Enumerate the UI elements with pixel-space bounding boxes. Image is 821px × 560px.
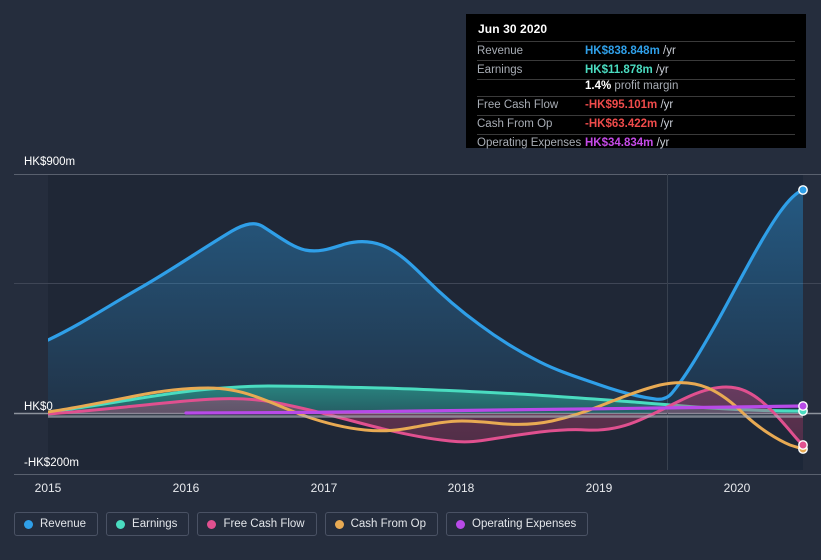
x-axis-label-2018: 2018 — [448, 481, 475, 495]
x-axis-label-2016: 2016 — [173, 481, 200, 495]
legend-item-free-cash-flow[interactable]: Free Cash Flow — [197, 512, 317, 536]
tooltip-label-operating-expenses: Operating Expenses — [477, 137, 582, 149]
tooltip-value-earnings-amount: HK$11.878m — [585, 63, 653, 76]
table-row: Free Cash Flow -HK$95.101m /yr — [477, 96, 795, 115]
table-row: Operating Expenses HK$34.834m /yr — [477, 134, 795, 153]
legend-dot-icon-operating-expenses — [456, 519, 466, 529]
table-row: Cash From Op -HK$63.422m /yr — [477, 115, 795, 134]
chart-legend: Revenue Earnings Free Cash Flow Cash Fro… — [14, 512, 589, 536]
tooltip-value-cash-from-op: -HK$63.422m /yr — [585, 115, 795, 134]
legend-label-earnings: Earnings — [132, 518, 178, 530]
data-tooltip: Jun 30 2020 Revenue HK$838.848m /yr Earn… — [466, 14, 806, 149]
tooltip-profit-margin-value: 1.4% — [585, 80, 612, 92]
legend-label-cash-from-op: Cash From Op — [350, 518, 427, 530]
tooltip-profit-margin-spacer — [477, 80, 585, 97]
tooltip-value-operating-expenses: HK$34.834m /yr — [585, 134, 795, 153]
table-row: Earnings HK$11.878m /yr — [477, 60, 795, 80]
revenue-endpoint-marker[interactable] — [798, 185, 808, 195]
table-row-profit-margin: 1.4% profit margin — [477, 79, 795, 97]
legend-item-operating-expenses[interactable]: Operating Expenses — [446, 512, 589, 536]
tooltip-label-earnings: Earnings — [477, 63, 523, 76]
y-axis-label-zero: HK$0 — [24, 401, 53, 413]
tooltip-value-free-cash-flow-amount: -HK$95.101m — [585, 99, 658, 111]
tooltip-label-revenue: Revenue — [477, 44, 524, 57]
tooltip-value-revenue-amount: HK$838.848m — [585, 44, 660, 57]
tooltip-metrics-table: Revenue HK$838.848m /yr Earnings HK$11.8… — [477, 41, 795, 153]
legend-dot-icon-cash-from-op — [334, 519, 344, 529]
legend-label-operating-expenses: Operating Expenses — [472, 518, 577, 530]
operating-expenses-endpoint-marker[interactable] — [798, 401, 808, 411]
legend-label-revenue: Revenue — [40, 518, 87, 530]
legend-dot-icon-revenue — [24, 519, 33, 529]
legend-dot-icon-earnings — [116, 519, 126, 529]
legend-item-cash-from-op[interactable]: Cash From Op — [324, 512, 439, 536]
x-axis-label-2020: 2020 — [724, 481, 751, 495]
x-axis-label-2015: 2015 — [35, 481, 62, 495]
x-axis-label-2019: 2019 — [586, 481, 613, 495]
y-axis-label-bottom: -HK$200m — [24, 457, 79, 469]
tooltip-value-revenue: HK$838.848m /yr — [585, 42, 795, 61]
tooltip-label-free-cash-flow: Free Cash Flow — [477, 99, 559, 111]
financial-chart-page: HK$900m HK$0 -HK$200m 2015 2016 2017 201… — [0, 0, 821, 560]
legend-item-revenue[interactable]: Revenue — [14, 512, 99, 536]
x-axis-label-2017: 2017 — [311, 481, 338, 495]
tooltip-value-operating-expenses-amount: HK$34.834m — [585, 137, 654, 149]
legend-item-earnings[interactable]: Earnings — [106, 512, 190, 536]
tooltip-value-cash-from-op-amount: -HK$63.422m — [585, 118, 658, 130]
tooltip-value-revenue-unit: /yr — [663, 44, 676, 57]
tooltip-profit-margin: 1.4% profit margin — [585, 80, 795, 97]
tooltip-value-free-cash-flow: -HK$95.101m /yr — [585, 96, 795, 115]
tooltip-date: Jun 30 2020 — [478, 22, 548, 36]
free-cash-flow-endpoint-marker[interactable] — [798, 440, 808, 450]
legend-label-free-cash-flow: Free Cash Flow — [223, 518, 305, 530]
table-row: Revenue HK$838.848m /yr — [477, 41, 795, 61]
tooltip-profit-margin-label: profit margin — [614, 80, 679, 92]
legend-dot-icon-free-cash-flow — [207, 519, 217, 529]
tooltip-value-cash-from-op-unit: /yr — [660, 118, 674, 130]
y-axis-label-top: HK$900m — [24, 156, 75, 168]
tooltip-value-free-cash-flow-unit: /yr — [660, 99, 674, 111]
tooltip-value-earnings-unit: /yr — [655, 63, 669, 76]
tooltip-label-cash-from-op: Cash From Op — [477, 118, 553, 130]
tooltip-value-earnings: HK$11.878m /yr — [585, 61, 795, 80]
tooltip-value-operating-expenses-unit: /yr — [656, 137, 670, 149]
